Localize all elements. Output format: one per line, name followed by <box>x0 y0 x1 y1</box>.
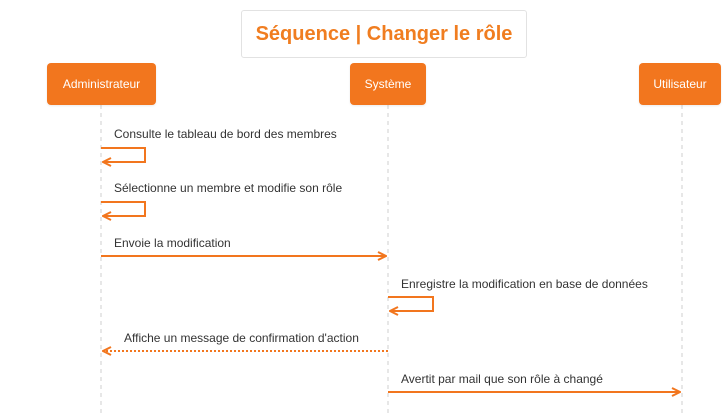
participant-systeme: Système <box>350 63 426 105</box>
message-arrow-self <box>388 296 434 311</box>
message-label: Avertit par mail que son rôle à changé <box>401 372 603 386</box>
message-label: Envoie la modification <box>114 236 231 250</box>
diagram-title: Séquence | Changer le rôle <box>255 22 513 45</box>
message-label: Enregistre la modification en base de do… <box>401 277 648 291</box>
diagram-title-box: Séquence | Changer le rôle <box>241 10 527 58</box>
message-label: Sélectionne un membre et modifie son rôl… <box>114 181 343 195</box>
message-arrow-self <box>101 147 146 162</box>
participant-utilisateur: Utilisateur <box>639 63 721 105</box>
sequence-diagram: Séquence | Changer le rôle Administrateu… <box>0 0 728 417</box>
message-label: Affiche un message de confirmation d'act… <box>124 331 359 345</box>
message-arrow-self <box>101 201 146 216</box>
message-label: Consulte le tableau de bord des membres <box>114 127 337 141</box>
participant-administrateur: Administrateur <box>47 63 156 105</box>
